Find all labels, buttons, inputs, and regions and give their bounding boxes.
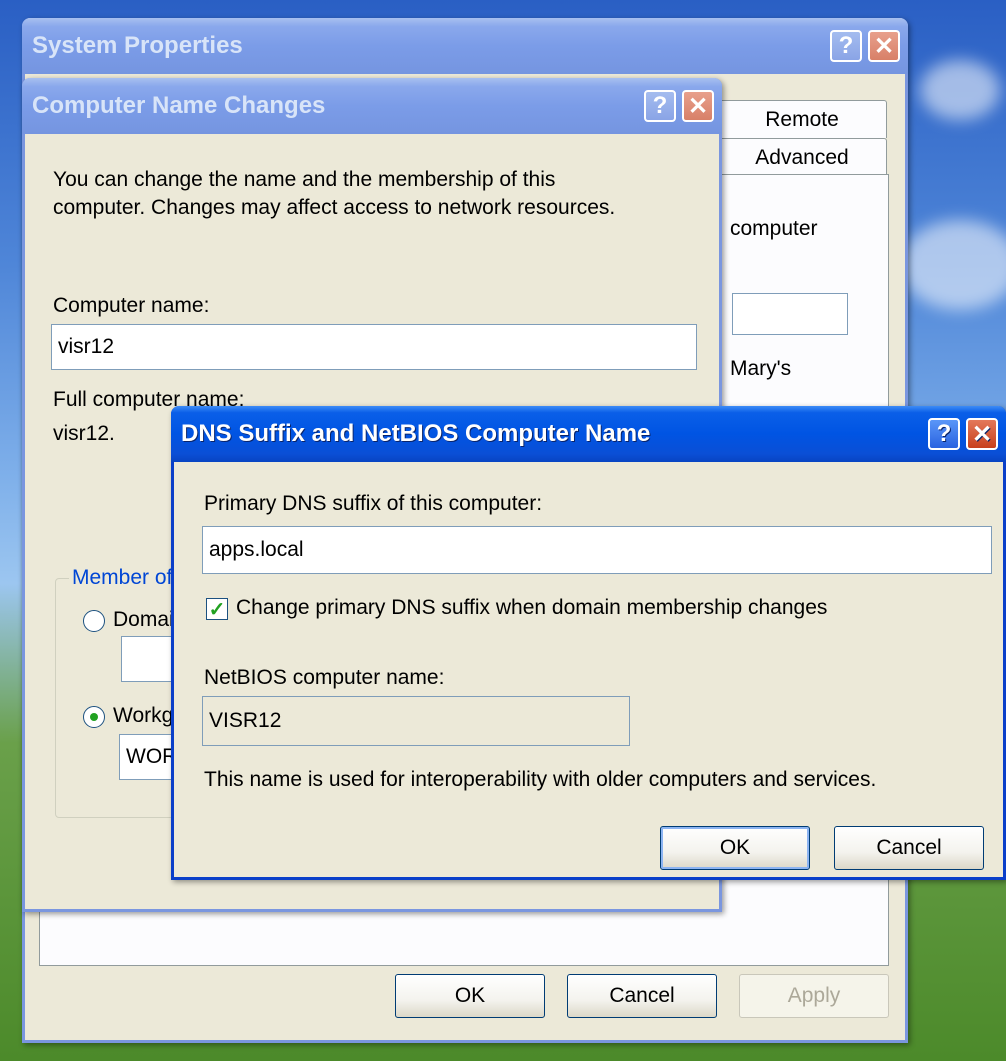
netbios-value: VISR12 bbox=[209, 709, 282, 732]
desktop-cloud bbox=[900, 220, 1006, 310]
desktop-cloud bbox=[920, 60, 1000, 120]
tab-remote[interactable]: Remote bbox=[717, 100, 887, 138]
netbios-label: NetBIOS computer name: bbox=[204, 666, 445, 689]
close-button[interactable]: ✕ bbox=[682, 90, 714, 122]
tab-remote-label: Remote bbox=[765, 107, 839, 131]
tab-advanced[interactable]: Advanced bbox=[717, 138, 887, 176]
description-text: You can change the name and the membersh… bbox=[53, 166, 615, 222]
computer-name-changes-titlebar[interactable]: Computer Name Changes ? ✕ bbox=[22, 78, 722, 134]
window-title: System Properties bbox=[32, 32, 243, 59]
help-icon: ? bbox=[936, 420, 952, 447]
help-icon: ? bbox=[652, 92, 668, 119]
help-icon: ? bbox=[838, 32, 854, 59]
dns-ok-button[interactable]: OK bbox=[660, 826, 810, 870]
close-button[interactable]: ✕ bbox=[966, 418, 998, 450]
ok-button[interactable]: OK bbox=[395, 974, 545, 1018]
dns-cancel-button[interactable]: Cancel bbox=[834, 826, 984, 870]
close-icon: ✕ bbox=[971, 420, 993, 448]
close-icon: ✕ bbox=[873, 32, 895, 60]
dns-suffix-dialog: DNS Suffix and NetBIOS Computer Name ? ✕… bbox=[171, 406, 1006, 880]
description-line: computer. Changes may affect access to n… bbox=[53, 196, 616, 219]
description-line: You can change the name and the membersh… bbox=[53, 168, 556, 191]
help-button[interactable]: ? bbox=[644, 90, 676, 122]
check-icon: ✓ bbox=[208, 598, 226, 621]
netbios-input: VISR12 bbox=[202, 696, 630, 746]
primary-dns-value: apps.local bbox=[209, 538, 304, 561]
close-icon: ✕ bbox=[687, 92, 709, 120]
workgroup-radio[interactable] bbox=[83, 706, 105, 728]
member-of-label: Member of bbox=[69, 566, 176, 590]
computer-text-fragment: computer bbox=[730, 217, 818, 240]
full-name-value: visr12. bbox=[53, 422, 115, 445]
change-dns-label: Change primary DNS suffix when domain me… bbox=[236, 596, 828, 619]
computer-name-label: Computer name: bbox=[53, 294, 210, 317]
tab-advanced-label: Advanced bbox=[755, 145, 849, 169]
window-title: DNS Suffix and NetBIOS Computer Name bbox=[181, 420, 651, 447]
change-dns-checkbox[interactable]: ✓ bbox=[206, 598, 228, 621]
close-button[interactable]: ✕ bbox=[868, 30, 900, 62]
dns-suffix-titlebar[interactable]: DNS Suffix and NetBIOS Computer Name ? ✕ bbox=[171, 406, 1006, 462]
info-text: This name is used for interoperability w… bbox=[204, 768, 877, 791]
apply-button[interactable]: Apply bbox=[739, 974, 889, 1018]
computer-name-input[interactable]: visr12 bbox=[51, 324, 697, 370]
domain-radio[interactable] bbox=[83, 610, 105, 632]
window-title: Computer Name Changes bbox=[32, 92, 326, 119]
description-field[interactable] bbox=[732, 293, 848, 335]
primary-dns-input[interactable]: apps.local bbox=[202, 526, 992, 574]
help-button[interactable]: ? bbox=[928, 418, 960, 450]
primary-dns-label: Primary DNS suffix of this computer: bbox=[204, 492, 543, 515]
computer-name-value: visr12 bbox=[58, 335, 115, 358]
marys-text-fragment: Mary's bbox=[730, 357, 792, 380]
cancel-button[interactable]: Cancel bbox=[567, 974, 717, 1018]
help-button[interactable]: ? bbox=[830, 30, 862, 62]
system-properties-titlebar[interactable]: System Properties ? ✕ bbox=[22, 18, 908, 74]
